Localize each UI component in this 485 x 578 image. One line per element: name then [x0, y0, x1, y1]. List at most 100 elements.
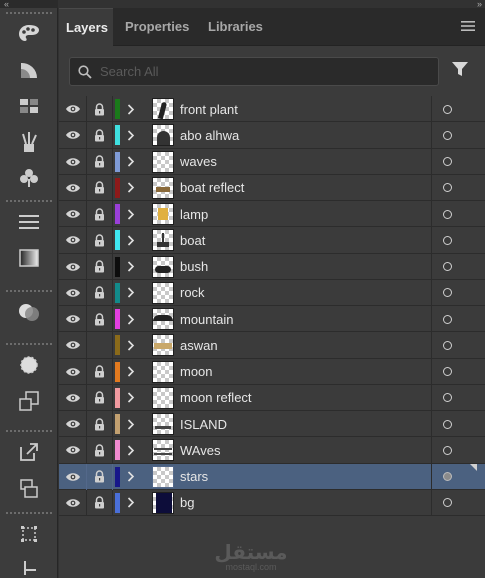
expand-chevron-icon[interactable] [125, 411, 137, 437]
target-circle-icon[interactable] [432, 306, 462, 332]
expand-chevron-icon[interactable] [125, 437, 137, 463]
expand-chevron-icon[interactable] [125, 254, 137, 280]
lock-icon[interactable] [87, 358, 113, 385]
layer-row[interactable]: front plant [59, 96, 485, 123]
expand-chevron-icon[interactable] [125, 280, 137, 306]
layer-row[interactable]: moon reflect [59, 384, 485, 411]
layer-row[interactable]: ISLAND [59, 411, 485, 438]
expand-chevron-icon[interactable] [125, 464, 137, 490]
expand-chevron-icon[interactable] [125, 490, 137, 516]
target-circle-icon[interactable] [432, 464, 462, 490]
expand-chevron-icon[interactable] [125, 385, 137, 411]
expand-chevron-icon[interactable] [125, 227, 137, 253]
layer-name[interactable]: boat reflect [180, 175, 430, 201]
target-circle-icon[interactable] [432, 254, 462, 280]
layer-name[interactable]: lamp [180, 201, 430, 227]
visibility-eye-icon[interactable] [59, 122, 87, 149]
collapse-panel-icon[interactable]: » [477, 0, 482, 9]
tab-properties[interactable]: Properties [113, 8, 199, 46]
visibility-eye-icon[interactable] [59, 227, 87, 254]
target-circle-icon[interactable] [432, 332, 462, 358]
layer-row[interactable]: waves [59, 148, 485, 175]
lock-icon[interactable] [87, 174, 113, 201]
lock-icon[interactable] [87, 489, 113, 516]
export-icon[interactable] [2, 434, 56, 470]
collapse-toolstrip-icon[interactable]: « [0, 0, 58, 9]
expand-chevron-icon[interactable] [125, 149, 137, 175]
layer-name[interactable]: bush [180, 254, 430, 280]
layer-name[interactable]: front plant [180, 96, 430, 122]
visibility-eye-icon[interactable] [59, 253, 87, 280]
visibility-eye-icon[interactable] [59, 96, 87, 122]
lock-icon[interactable] [87, 201, 113, 227]
lock-icon[interactable] [87, 279, 113, 306]
lock-icon[interactable] [87, 122, 113, 149]
visibility-eye-icon[interactable] [59, 174, 87, 201]
lock-icon[interactable] [87, 148, 113, 175]
layer-name[interactable]: aswan [180, 332, 430, 358]
layer-name[interactable]: bg [180, 490, 430, 516]
layer-name[interactable]: rock [180, 280, 430, 306]
brushes-icon[interactable] [2, 124, 56, 160]
palette-icon[interactable] [2, 16, 56, 52]
visibility-eye-icon[interactable] [59, 384, 87, 411]
layer-name[interactable]: waves [180, 149, 430, 175]
visibility-eye-icon[interactable] [59, 358, 87, 385]
layer-name[interactable]: boat [180, 227, 430, 253]
layer-name[interactable]: WAves [180, 437, 430, 463]
lock-icon[interactable] [87, 253, 113, 280]
visibility-eye-icon[interactable] [59, 201, 87, 227]
gradient-icon[interactable] [2, 240, 56, 276]
tab-layers[interactable]: Layers [59, 8, 113, 46]
layer-row[interactable]: rock [59, 279, 485, 306]
target-circle-icon[interactable] [432, 385, 462, 411]
search-input[interactable] [100, 64, 420, 79]
artboards-icon[interactable] [2, 470, 56, 506]
target-circle-icon[interactable] [432, 96, 462, 122]
expand-chevron-icon[interactable] [125, 96, 137, 122]
expand-chevron-icon[interactable] [125, 306, 137, 332]
appearance-icon[interactable] [2, 347, 56, 383]
lock-icon[interactable] [87, 463, 113, 490]
target-circle-icon[interactable] [432, 175, 462, 201]
target-circle-icon[interactable] [432, 411, 462, 437]
visibility-eye-icon[interactable] [59, 332, 87, 359]
layer-name[interactable]: moon reflect [180, 385, 430, 411]
layer-name[interactable]: moon [180, 359, 430, 385]
layer-row[interactable]: bush [59, 253, 485, 280]
lock-icon[interactable] [87, 384, 113, 411]
lock-toggle-empty[interactable] [87, 332, 113, 359]
target-circle-icon[interactable] [432, 437, 462, 463]
lock-icon[interactable] [87, 96, 113, 122]
target-circle-icon[interactable] [432, 149, 462, 175]
layer-row[interactable]: aswan [59, 332, 485, 359]
stroke-lines-icon[interactable] [2, 204, 56, 240]
visibility-eye-icon[interactable] [59, 437, 87, 464]
target-circle-icon[interactable] [432, 227, 462, 253]
target-circle-icon[interactable] [432, 280, 462, 306]
layer-row[interactable]: abo alhwa [59, 122, 485, 149]
layer-name[interactable]: mountain [180, 306, 430, 332]
expand-chevron-icon[interactable] [125, 332, 137, 358]
tab-libraries[interactable]: Libraries [199, 8, 271, 46]
expand-chevron-icon[interactable] [125, 359, 137, 385]
layer-row[interactable]: mountain [59, 306, 485, 333]
gradient-swatch-icon[interactable] [2, 52, 56, 88]
layer-name[interactable]: abo alhwa [180, 122, 430, 148]
align-icon[interactable] [2, 516, 56, 552]
expand-chevron-icon[interactable] [125, 122, 137, 148]
visibility-eye-icon[interactable] [59, 463, 87, 490]
layer-row[interactable]: lamp [59, 201, 485, 228]
lock-icon[interactable] [87, 437, 113, 464]
visibility-eye-icon[interactable] [59, 279, 87, 306]
visibility-eye-icon[interactable] [59, 148, 87, 175]
visibility-eye-icon[interactable] [59, 489, 87, 516]
graphic-styles-icon[interactable] [2, 383, 56, 419]
layer-row[interactable]: stars [59, 463, 485, 490]
lock-icon[interactable] [87, 227, 113, 254]
lock-icon[interactable] [87, 306, 113, 332]
expand-chevron-icon[interactable] [125, 175, 137, 201]
layer-row[interactable]: bg [59, 489, 485, 516]
layer-row[interactable]: WAves [59, 437, 485, 464]
symbols-icon[interactable] [2, 160, 56, 196]
